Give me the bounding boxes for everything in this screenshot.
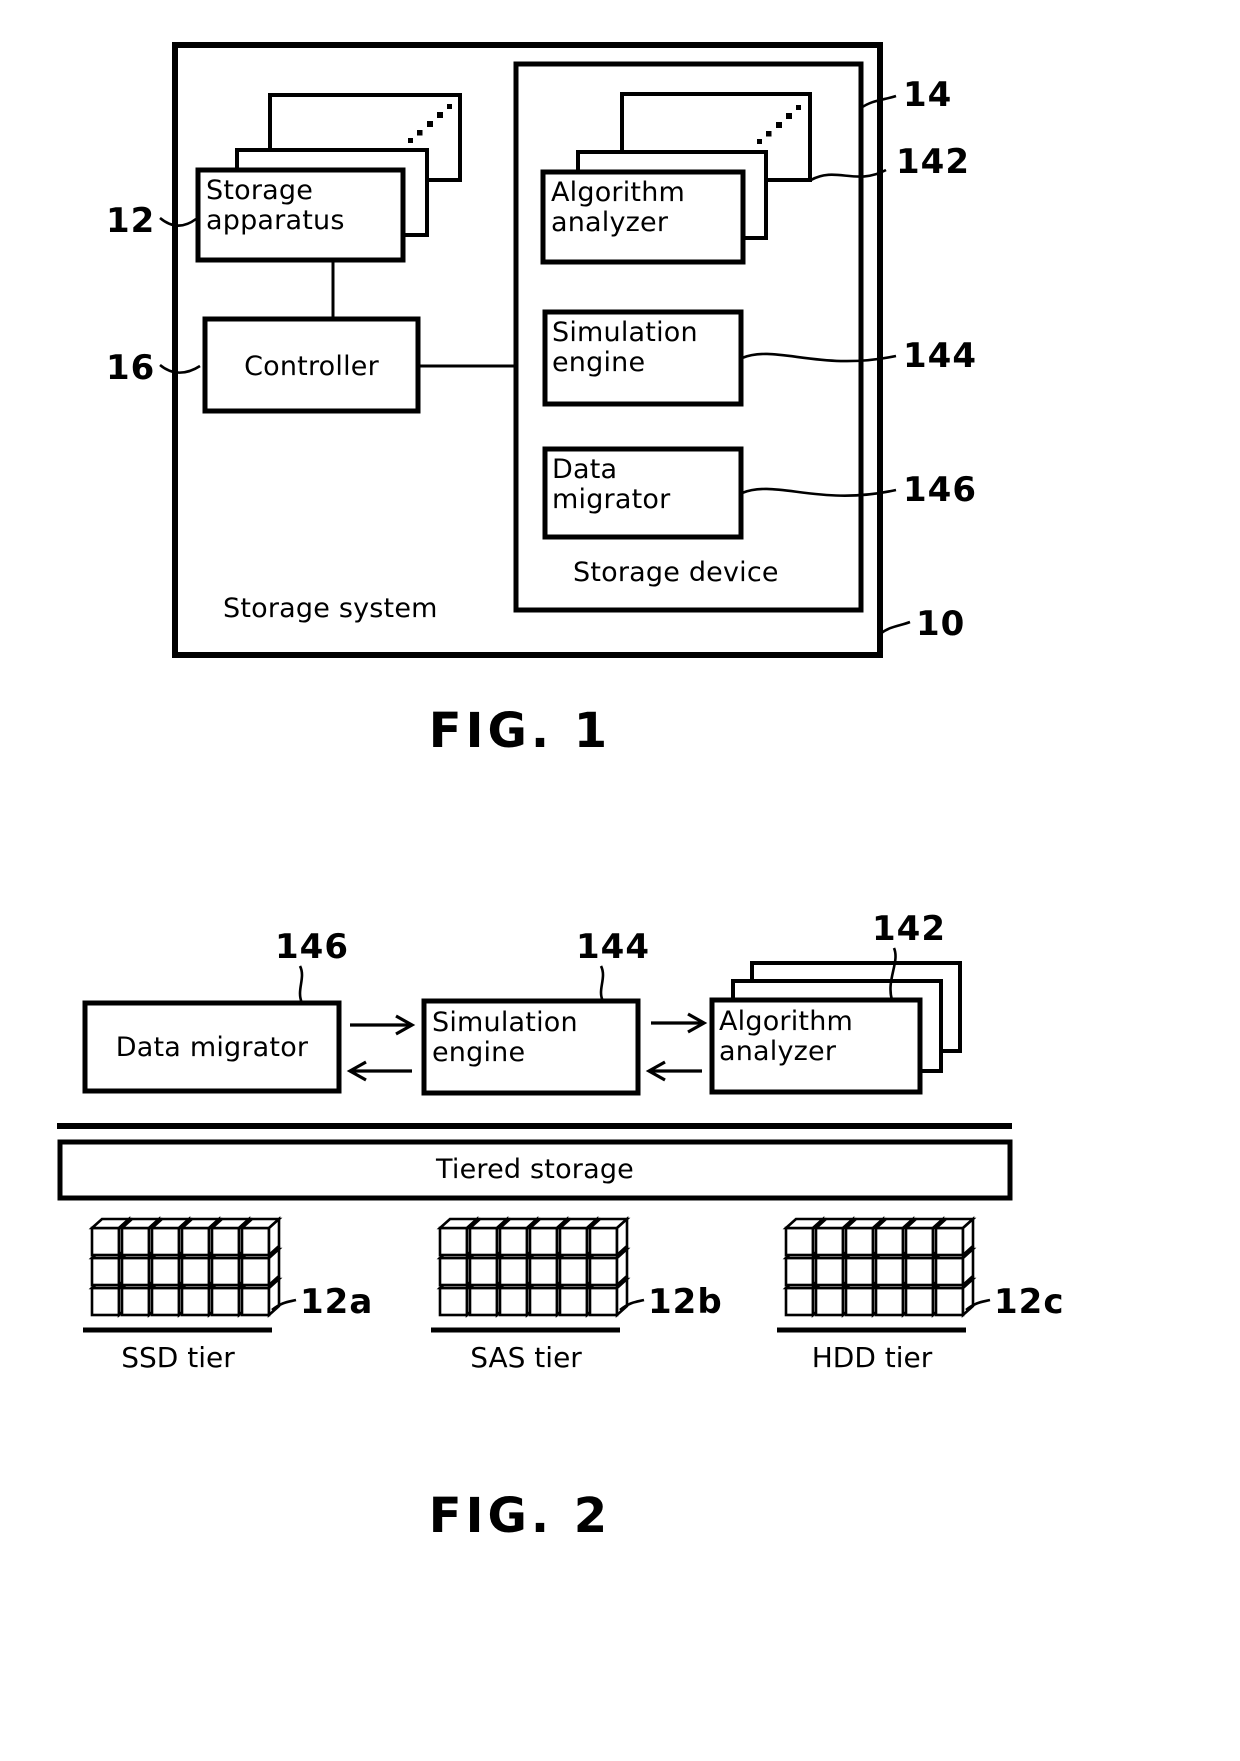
fig2-simulation-engine-label: Simulation engine xyxy=(432,1007,578,1069)
reference-numeral-12c: 12c xyxy=(994,1282,1065,1322)
sas-tier-label: SAS tier xyxy=(470,1341,582,1374)
fig2-leader-144 xyxy=(599,965,605,1002)
fig2-reference-numeral-146: 146 xyxy=(275,927,349,967)
sas-tier-cube-grid xyxy=(436,1216,631,1318)
fig2-reference-numeral-142: 142 xyxy=(872,909,946,949)
tiered-storage-label: Tiered storage xyxy=(436,1154,634,1185)
patent-drawing-sheet: Storage apparatus Controller Algorithm a… xyxy=(0,0,1240,1761)
fig2-reference-numeral-144: 144 xyxy=(576,927,650,967)
fig2-algorithm-analyzer-label: Algorithm analyzer xyxy=(719,1006,854,1068)
reference-numeral-12b: 12b xyxy=(648,1282,723,1322)
figure-2-title: FIG. 2 xyxy=(428,1488,612,1544)
fig2-data-migrator-label: Data migrator xyxy=(115,1032,309,1063)
ssd-tier-cube-grid xyxy=(88,1216,283,1318)
hdd-tier-cube-grid xyxy=(782,1216,977,1318)
hdd-tier-label: HDD tier xyxy=(811,1341,933,1374)
fig2-leader-146 xyxy=(298,965,304,1004)
ssd-tier-label: SSD tier xyxy=(121,1341,235,1374)
reference-numeral-12a: 12a xyxy=(300,1282,374,1322)
